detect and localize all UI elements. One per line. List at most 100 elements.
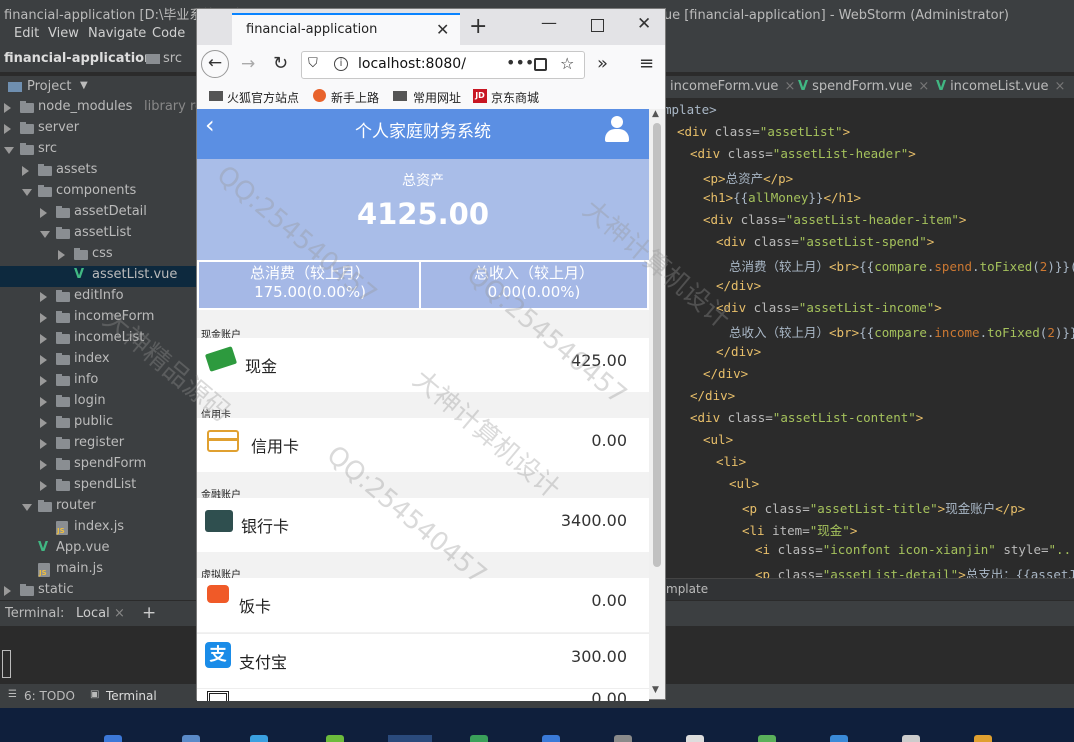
tree-item-login[interactable]: login [0,392,196,413]
tree-item-assetlist[interactable]: assetList [0,224,196,245]
forward-icon[interactable]: → [241,54,255,74]
account-row-partial[interactable]: 0.00 [197,688,649,701]
chevron-down-icon[interactable] [22,504,32,511]
taskbar-app-icon[interactable] [182,735,200,742]
url-text[interactable]: localhost:8080/ [358,56,466,72]
tree-item-src[interactable]: src [0,140,196,161]
chevron-right-icon[interactable] [4,124,11,134]
scroll-up-icon[interactable]: ▲ [652,109,659,119]
back-icon[interactable]: ← [201,50,229,78]
info-icon[interactable]: i [334,57,348,71]
close-icon[interactable]: × [1054,79,1065,94]
tab-spendform[interactable]: VspendForm.vue × [798,76,929,98]
taskbar-app-icon[interactable] [974,735,992,742]
tree-item-incomelist[interactable]: incomeList [0,329,196,350]
taskbar-app-icon[interactable] [470,735,488,742]
account-row-alipay[interactable]: 支 支付宝 300.00 [197,633,649,688]
taskbar-app-icon[interactable] [686,735,704,742]
chevron-right-icon[interactable] [40,439,47,449]
reload-icon[interactable]: ↻ [273,53,288,74]
tree-item-incomeform[interactable]: incomeForm [0,308,196,329]
nav-src[interactable]: src [163,51,182,66]
chevron-right-icon[interactable] [40,292,47,302]
terminal-tool-button[interactable]: Terminal [106,689,157,703]
terminal-tab-local[interactable]: Local [76,606,110,621]
tree-item-register[interactable]: register [0,434,196,455]
chevron-down-icon[interactable] [22,189,32,196]
chevron-right-icon[interactable] [40,334,47,344]
menu-navigate[interactable]: Navigate [88,26,146,41]
breadcrumb-template[interactable]: mplate [666,582,708,596]
tree-item-css[interactable]: css [0,245,196,266]
pocket-icon[interactable] [534,58,547,71]
bookmark-firefox-site[interactable]: 火狐官方站点 [227,89,299,106]
tree-item-router[interactable]: router [0,497,196,518]
close-icon[interactable]: × [114,606,125,621]
tree-item-main-js[interactable]: main.js [0,560,196,581]
page-actions-icon[interactable]: ••• [506,53,534,72]
taskbar-app-icon[interactable] [250,735,268,742]
tree-item-static[interactable]: static [0,581,196,602]
tree-item-public[interactable]: public [0,413,196,434]
chevron-right-icon[interactable] [40,208,47,218]
chevron-right-icon[interactable] [40,355,47,365]
tree-item-server[interactable]: server [0,119,196,140]
tree-item-app-vue[interactable]: V App.vue [0,539,196,560]
account-row-credit-card[interactable]: 信用卡 0.00 [197,418,649,472]
tree-item-spendform[interactable]: spendForm [0,455,196,476]
menu-edit[interactable]: Edit [14,26,39,41]
tree-item-components[interactable]: components [0,182,196,203]
tree-item-assetlist-vue[interactable]: VassetList.vue [0,266,196,287]
bookmark-jd-mall[interactable]: 京东商城 [491,89,539,106]
tree-item-assetdetail[interactable]: assetDetail [0,203,196,224]
account-row-bank-card[interactable]: 银行卡 3400.00 [197,498,649,552]
taskbar-app-icon[interactable] [758,735,776,742]
page-scrollbar[interactable]: ▲ ▼ [649,109,665,699]
code-editor[interactable]: mplate> <div class="assetList"> <div class… [652,98,1074,582]
account-row-meal-card[interactable]: 饭卡 0.00 [197,578,649,632]
tree-item-index[interactable]: index [0,350,196,371]
chevron-right-icon[interactable] [40,376,47,386]
minimize-icon[interactable]: — [541,13,557,32]
taskbar-app-icon[interactable] [902,735,920,742]
tree-item-editinfo[interactable]: editInfo [0,287,196,308]
chevron-right-icon[interactable] [4,586,11,596]
tree-item-index-js[interactable]: index.js [0,518,196,539]
tree-item-info[interactable]: info [0,371,196,392]
tree-item-assets[interactable]: assets [0,161,196,182]
tab-incomeform[interactable]: incomeForm.vue × [670,76,795,98]
taskbar-app-icon[interactable] [326,735,344,742]
account-row-cash[interactable]: 现金 425.00 [197,338,649,392]
taskbar-app-icon[interactable] [542,735,560,742]
scroll-down-icon[interactable]: ▼ [652,685,659,695]
close-icon[interactable]: × [918,79,929,94]
chevron-down-icon[interactable]: ▼ [80,80,88,91]
close-icon[interactable]: × [784,79,795,94]
chevron-down-icon[interactable] [40,231,50,238]
address-bar[interactable]: ⛉ i localhost:8080/ ••• ☆ [301,51,585,79]
tab-incomelist[interactable]: VincomeList.vue × [936,76,1065,98]
chevron-right-icon[interactable] [22,166,29,176]
taskbar-app-icon[interactable] [104,735,122,742]
chevron-right-icon[interactable] [4,103,11,113]
bookmark-star-icon[interactable]: ☆ [560,54,574,73]
nav-project-name[interactable]: financial-application [4,51,153,66]
overflow-chevron-icon[interactable]: » [597,53,608,74]
user-icon[interactable] [605,116,629,142]
add-terminal-icon[interactable]: + [142,603,156,623]
chevron-right-icon[interactable] [58,250,65,260]
close-window-icon[interactable]: ✕ [637,14,651,34]
taskbar-app-icon[interactable] [830,735,848,742]
chevron-right-icon[interactable] [40,313,47,323]
chevron-down-icon[interactable] [4,147,14,154]
maximize-icon[interactable] [591,19,604,32]
browser-tab[interactable]: financial-application ✕ [232,13,460,45]
close-tab-icon[interactable]: ✕ [436,20,449,39]
taskbar-active-app[interactable] [388,735,432,742]
new-tab-icon[interactable]: + [469,14,487,39]
tree-item-spendlist[interactable]: spendList [0,476,196,497]
tree-item-node-modules[interactable]: node_modules library ro [0,98,203,119]
chevron-right-icon[interactable] [40,397,47,407]
menu-view[interactable]: View [48,26,79,41]
bookmark-getting-started[interactable]: 新手上路 [331,89,379,106]
